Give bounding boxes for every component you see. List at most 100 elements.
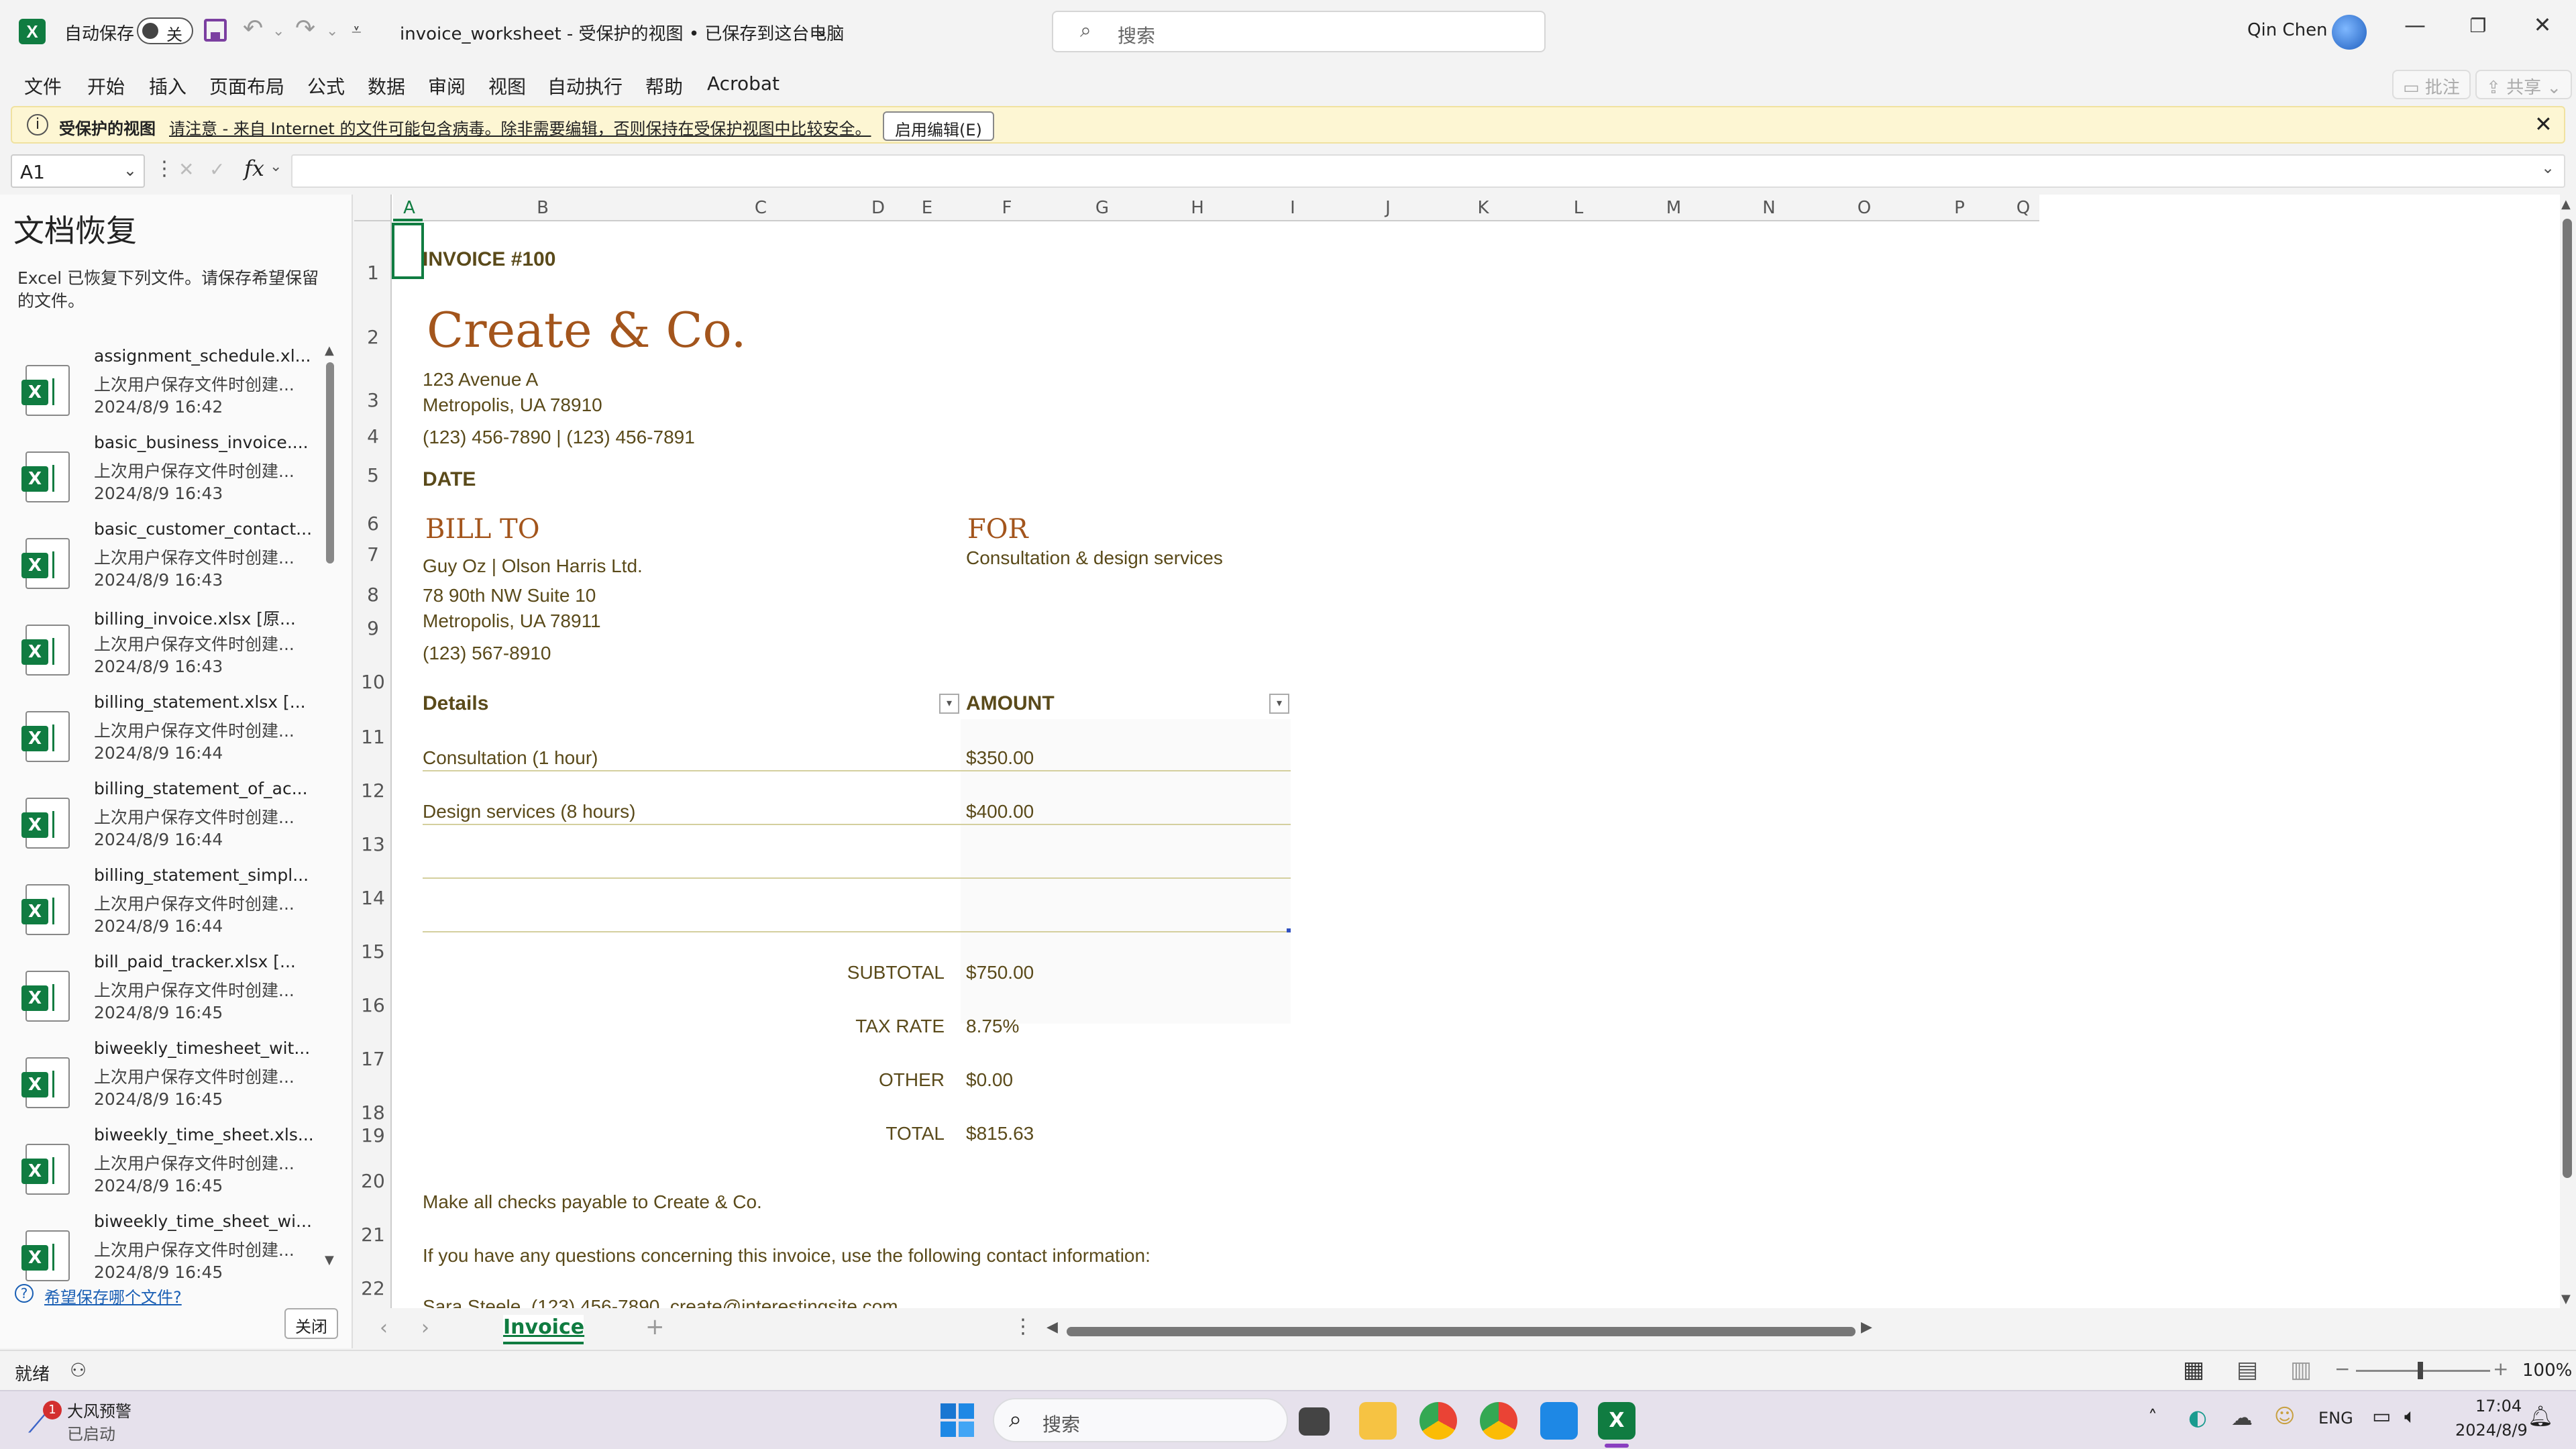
column-header[interactable]: J xyxy=(1340,195,1436,221)
taskbar-search[interactable]: ⌕ 搜索 xyxy=(993,1398,1288,1442)
scroll-up-icon[interactable]: ▲ xyxy=(2561,197,2571,211)
row-header[interactable]: 18 xyxy=(354,1102,392,1124)
tray-app-icon[interactable]: ☺ xyxy=(2274,1405,2295,1428)
expand-formula-icon[interactable]: ⌄ xyxy=(2541,158,2555,177)
row-header[interactable]: 12 xyxy=(354,780,392,802)
column-header[interactable]: P xyxy=(1912,195,2007,221)
close-icon[interactable]: ✕ xyxy=(2534,111,2553,137)
document-title[interactable]: invoice_worksheet - 受保护的视图 • 已保存到这台电脑 xyxy=(400,20,844,45)
subtotal-label[interactable]: SUBTOTAL xyxy=(810,962,945,983)
column-header[interactable]: O xyxy=(1817,195,1912,221)
sheet-tab-invoice[interactable]: Invoice xyxy=(503,1315,584,1344)
weather-widget[interactable]: ⟋ 1 xyxy=(27,1401,62,1440)
scroll-up-icon[interactable]: ▲ xyxy=(325,343,334,358)
row-header[interactable]: 11 xyxy=(354,726,392,748)
total-value[interactable]: $815.63 xyxy=(966,1123,1034,1144)
menu-review[interactable]: 审阅 xyxy=(428,72,466,99)
row-header[interactable]: 17 xyxy=(354,1048,392,1070)
row-header[interactable]: 10 xyxy=(354,671,392,693)
table-resize-handle[interactable] xyxy=(1287,928,1291,932)
formula-input[interactable] xyxy=(291,154,2565,188)
menu-page-layout[interactable]: 页面布局 xyxy=(209,72,284,99)
row-header[interactable]: 21 xyxy=(354,1224,392,1246)
clock-time[interactable]: 17:04 xyxy=(2475,1397,2522,1415)
column-header[interactable]: I xyxy=(1245,195,1340,221)
row-header[interactable]: 13 xyxy=(354,833,392,855)
subtotal-value[interactable]: $750.00 xyxy=(966,962,1034,983)
row-header[interactable]: 1 xyxy=(354,262,392,284)
clock-date[interactable]: 2024/8/9 xyxy=(2455,1421,2528,1440)
client-phone[interactable]: (123) 567-8910 xyxy=(423,643,551,664)
accessibility-icon[interactable]: ⚇ xyxy=(70,1359,87,1381)
select-all-corner[interactable] xyxy=(354,195,392,221)
for-description[interactable]: Consultation & design services xyxy=(966,547,1223,569)
row-header[interactable]: 16 xyxy=(354,994,392,1016)
amount-header[interactable]: AMOUNT xyxy=(966,692,1055,715)
row-header[interactable]: 15 xyxy=(354,941,392,963)
active-cell-a1[interactable] xyxy=(392,223,424,279)
row-header[interactable]: 2 xyxy=(354,326,392,348)
menu-insert[interactable]: 插入 xyxy=(149,72,186,99)
column-header[interactable]: N xyxy=(1721,195,1817,221)
undo-dropdown-icon[interactable]: ⌄ xyxy=(272,23,284,40)
recovered-file-item[interactable]: Xbiweekly_timesheet_wit... 上次用户保存文件时创建...… xyxy=(13,1038,322,1124)
company-phones[interactable]: (123) 456-7890 | (123) 456-7891 xyxy=(423,427,695,448)
recovered-file-item[interactable]: Xbilling_statement_simpl... 上次用户保存文件时创建..… xyxy=(13,865,322,951)
which-file-link[interactable]: 希望保存哪个文件? xyxy=(44,1284,182,1307)
date-label[interactable]: DATE xyxy=(423,468,476,491)
avatar[interactable] xyxy=(2332,15,2367,50)
title-dropdown-icon[interactable]: ⌄ xyxy=(816,23,828,40)
more-options-icon[interactable]: ⋮ xyxy=(154,157,174,180)
recovered-file-item[interactable]: Xbilling_statement_of_ac... 上次用户保存文件时创建..… xyxy=(13,779,322,865)
zoom-in-icon[interactable]: + xyxy=(2493,1358,2508,1380)
zoom-slider-thumb[interactable] xyxy=(2418,1362,2423,1379)
menu-home[interactable]: 开始 xyxy=(87,72,125,99)
line-item-desc[interactable]: Design services (8 hours) xyxy=(423,801,635,822)
column-header[interactable]: C xyxy=(660,195,861,221)
next-sheet-icon[interactable]: › xyxy=(421,1316,429,1340)
close-icon[interactable]: ✕ xyxy=(2522,12,2563,38)
other-value[interactable]: $0.00 xyxy=(966,1069,1013,1091)
row-header[interactable]: 7 xyxy=(354,543,392,566)
restore-icon[interactable]: ❐ xyxy=(2458,15,2498,37)
zoom-out-icon[interactable]: − xyxy=(2334,1358,2350,1380)
total-label[interactable]: TOTAL xyxy=(810,1123,945,1144)
scroll-left-icon[interactable]: ◀ xyxy=(1046,1319,1058,1336)
column-header[interactable]: D xyxy=(861,195,895,221)
column-header[interactable]: G xyxy=(1055,195,1150,221)
function-icon[interactable]: fx xyxy=(244,156,264,181)
recovered-file-item[interactable]: Xassignment_schedule.xl... 上次用户保存文件时创建...… xyxy=(13,346,322,432)
row-header[interactable]: 9 xyxy=(354,617,392,639)
menu-acrobat[interactable]: Acrobat xyxy=(707,72,780,95)
autosave-toggle[interactable]: 关 xyxy=(137,17,193,44)
row-header[interactable]: 5 xyxy=(354,464,392,486)
row-header[interactable]: 19 xyxy=(354,1124,392,1146)
notification-bell-icon[interactable]: 🔔︎ xyxy=(2528,1405,2553,1428)
row-header[interactable]: 14 xyxy=(354,887,392,909)
worksheet-grid[interactable]: ABCDEFGHIJKLMNOPQ 1 2 3 4 5 6 7 8 9 10 11 12 13 14 15 1… xyxy=(354,195,2560,1308)
scroll-down-icon[interactable]: ▼ xyxy=(2561,1292,2571,1306)
user-name[interactable]: Qin Chen xyxy=(2247,20,2328,40)
recovered-file-item[interactable]: Xbasic_customer_contact... 上次用户保存文件时创建...… xyxy=(13,519,322,605)
zoom-level[interactable]: 100% xyxy=(2522,1360,2572,1381)
details-filter-button[interactable]: ▾ xyxy=(939,694,959,714)
column-header[interactable]: Q xyxy=(2007,195,2039,221)
row-header[interactable]: 4 xyxy=(354,425,392,447)
comments-button[interactable]: ▭ 批注 xyxy=(2392,70,2471,99)
excel-taskbar-icon[interactable]: X xyxy=(1598,1402,1635,1440)
chrome-icon[interactable] xyxy=(1419,1402,1457,1440)
undo-icon[interactable]: ↶ xyxy=(243,15,263,42)
language-indicator[interactable]: ENG xyxy=(2318,1409,2353,1428)
horizontal-scroll-thumb[interactable] xyxy=(1067,1327,1856,1336)
vscode-icon[interactable] xyxy=(1540,1402,1578,1440)
line-item-desc[interactable]: Consultation (1 hour) xyxy=(423,747,598,769)
row-header[interactable]: 22 xyxy=(354,1277,392,1299)
weather-title[interactable]: 大风预警 xyxy=(67,1398,131,1421)
protected-view-message[interactable]: 请注意 - 来自 Internet 的文件可能包含病毒。除非需要编辑，否则保持在… xyxy=(169,115,871,139)
scroll-down-icon[interactable]: ▼ xyxy=(325,1253,334,1267)
search-box[interactable]: ⌕ 搜索 xyxy=(1052,11,1546,52)
company-address-2[interactable]: Metropolis, UA 78910 xyxy=(423,394,602,416)
payable-note[interactable]: Make all checks payable to Create & Co. xyxy=(423,1191,762,1213)
task-view-icon[interactable] xyxy=(1299,1407,1330,1436)
tax-rate-value[interactable]: 8.75% xyxy=(966,1016,1019,1037)
